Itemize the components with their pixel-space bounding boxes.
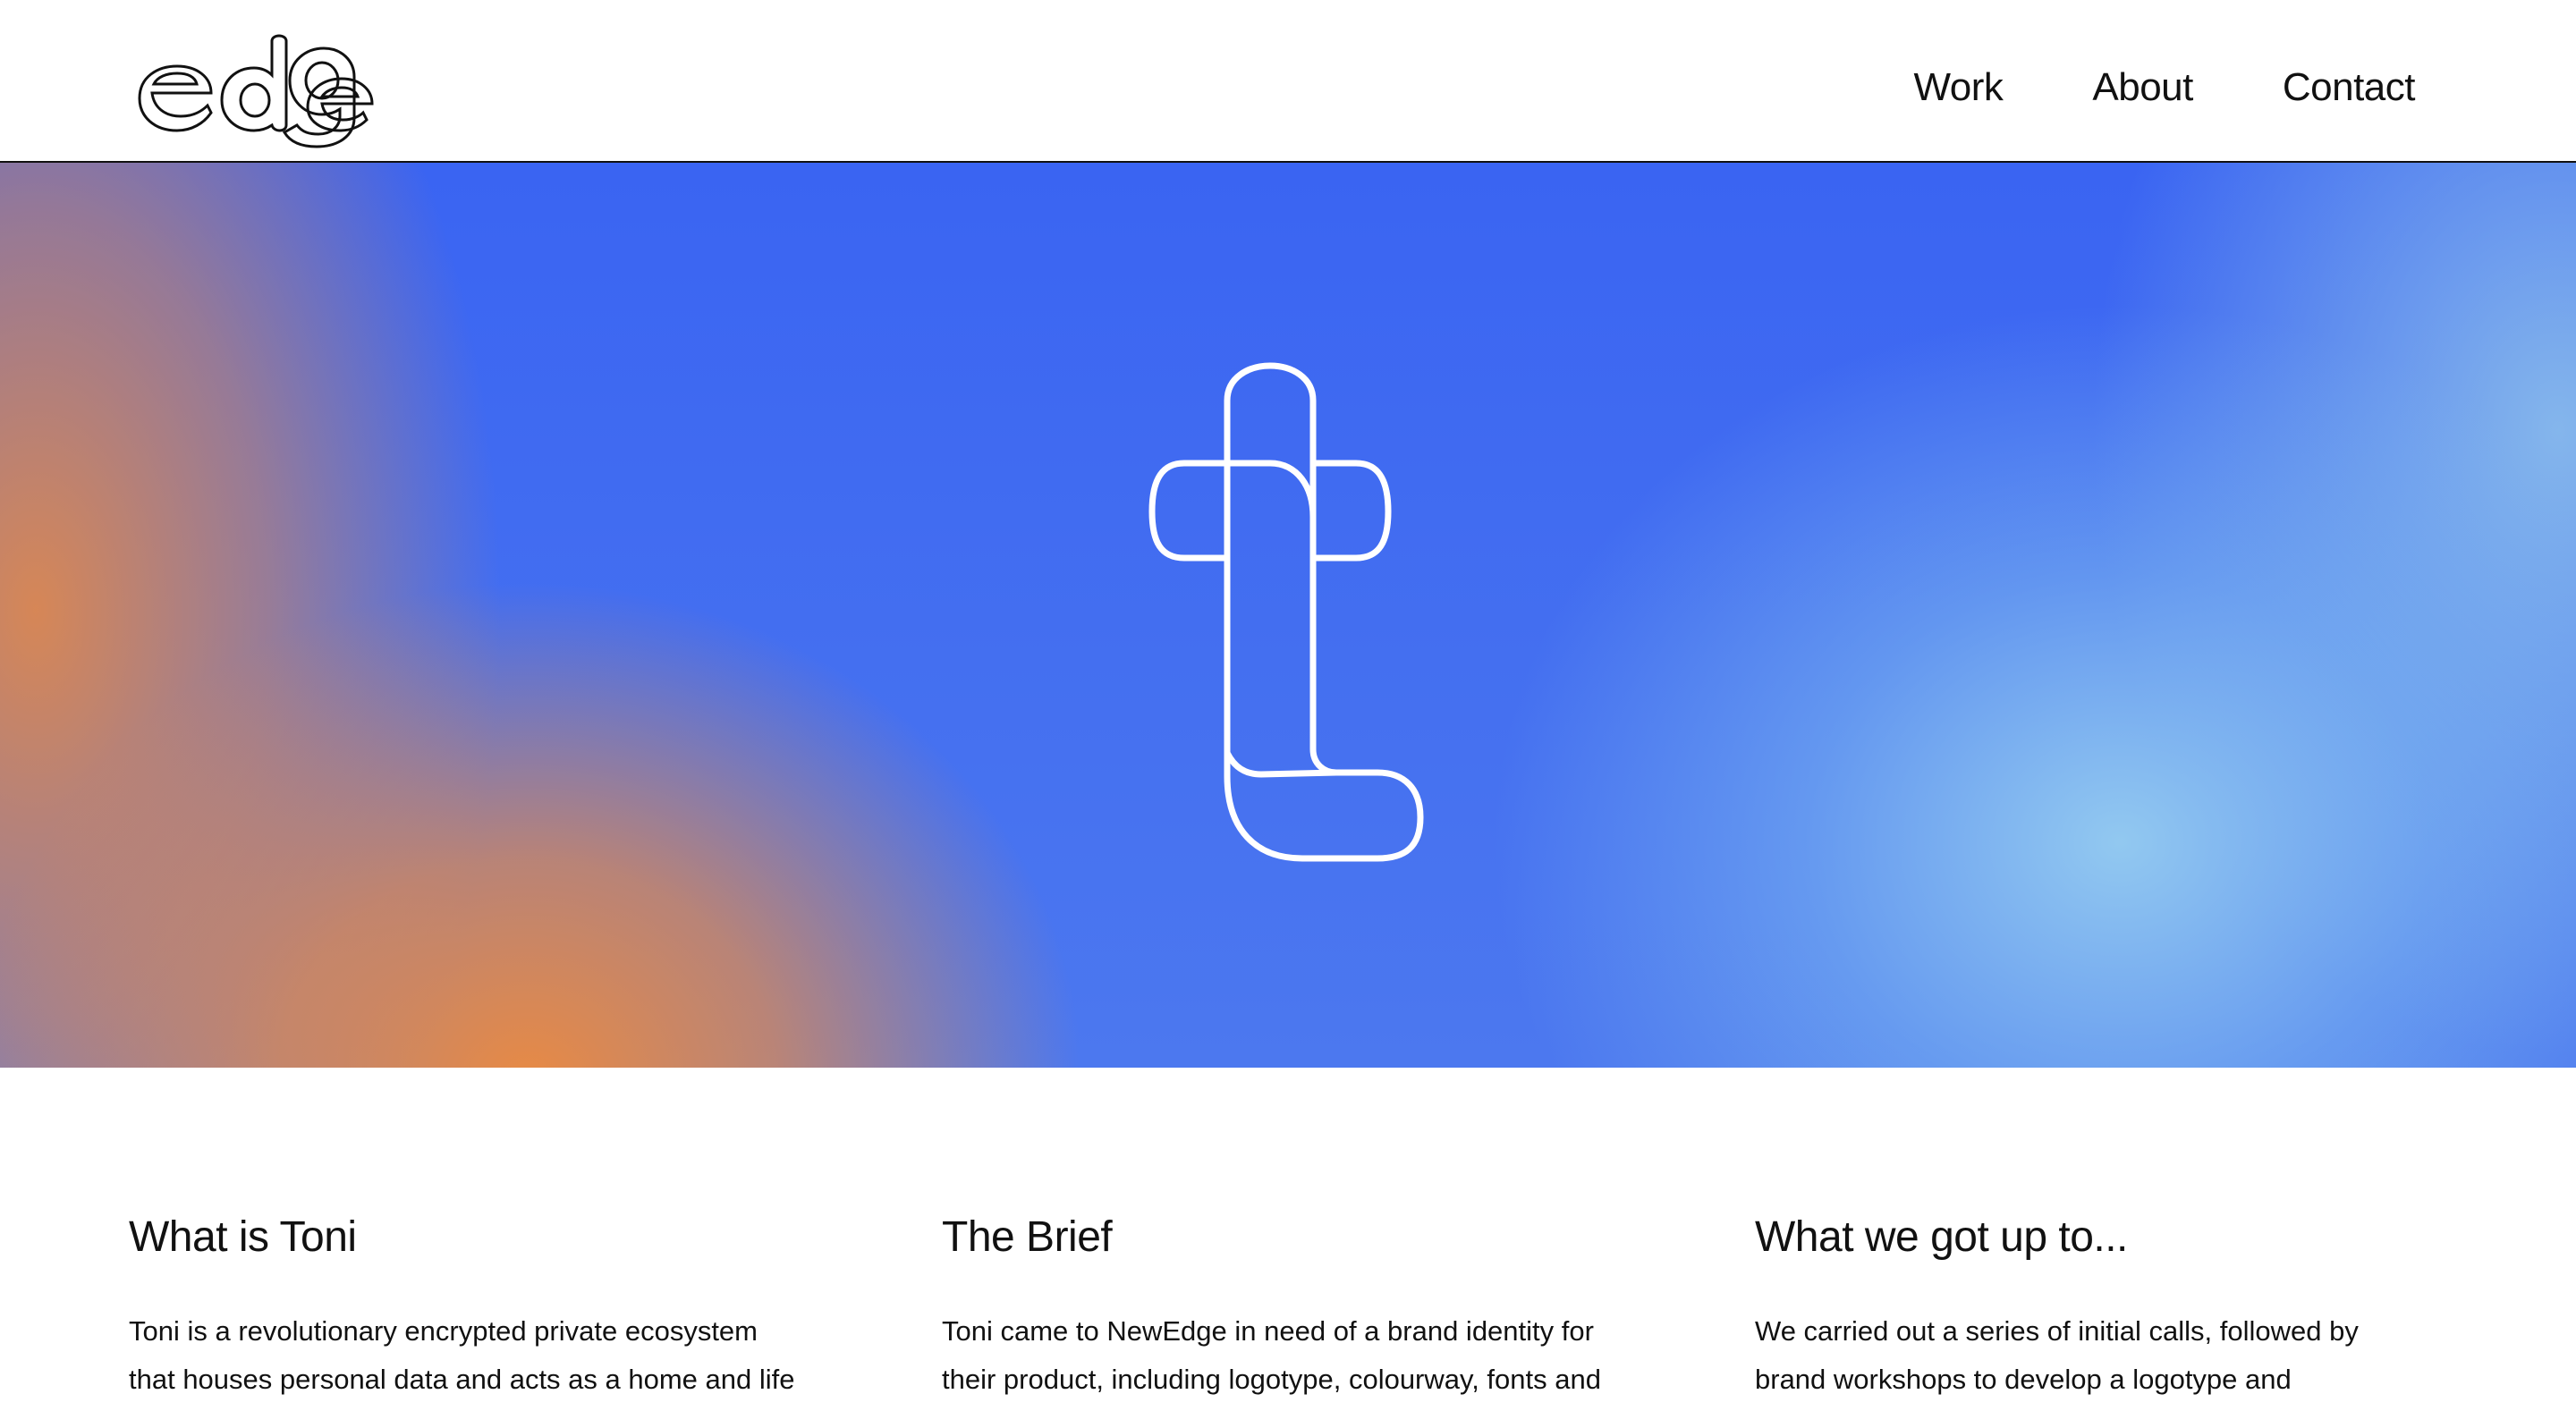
nav-about-link[interactable]: About bbox=[2092, 61, 2193, 114]
what-we-got-up-to-section: What we got up to... We carried out a se… bbox=[1755, 1211, 2453, 1404]
hero-banner bbox=[0, 163, 2576, 1068]
site-header: Work About Contact bbox=[0, 0, 2576, 163]
edge-logo-icon bbox=[138, 34, 374, 148]
section-title: What we got up to... bbox=[1755, 1213, 2128, 1261]
main-nav: Work About Contact bbox=[1914, 61, 2416, 114]
toni-t-logomark-icon bbox=[1148, 362, 1424, 862]
section-body: Toni came to NewEdge in need of a brand … bbox=[942, 1315, 1601, 1395]
what-is-toni-section: What is Toni Toni is a revolutionary enc… bbox=[129, 1211, 826, 1404]
project-intro: What is Toni Toni is a revolutionary enc… bbox=[0, 1068, 2576, 1411]
edge-logo[interactable] bbox=[132, 25, 379, 150]
section-title: The Brief bbox=[942, 1213, 1113, 1261]
section-body: Toni is a revolutionary encrypted privat… bbox=[129, 1315, 795, 1395]
the-brief-section: The Brief Toni came to NewEdge in need o… bbox=[942, 1211, 1640, 1404]
nav-contact-link[interactable]: Contact bbox=[2283, 61, 2416, 114]
nav-work-link[interactable]: Work bbox=[1914, 61, 2004, 114]
section-title: What is Toni bbox=[129, 1213, 357, 1261]
section-body: We carried out a series of initial calls… bbox=[1755, 1315, 2359, 1395]
